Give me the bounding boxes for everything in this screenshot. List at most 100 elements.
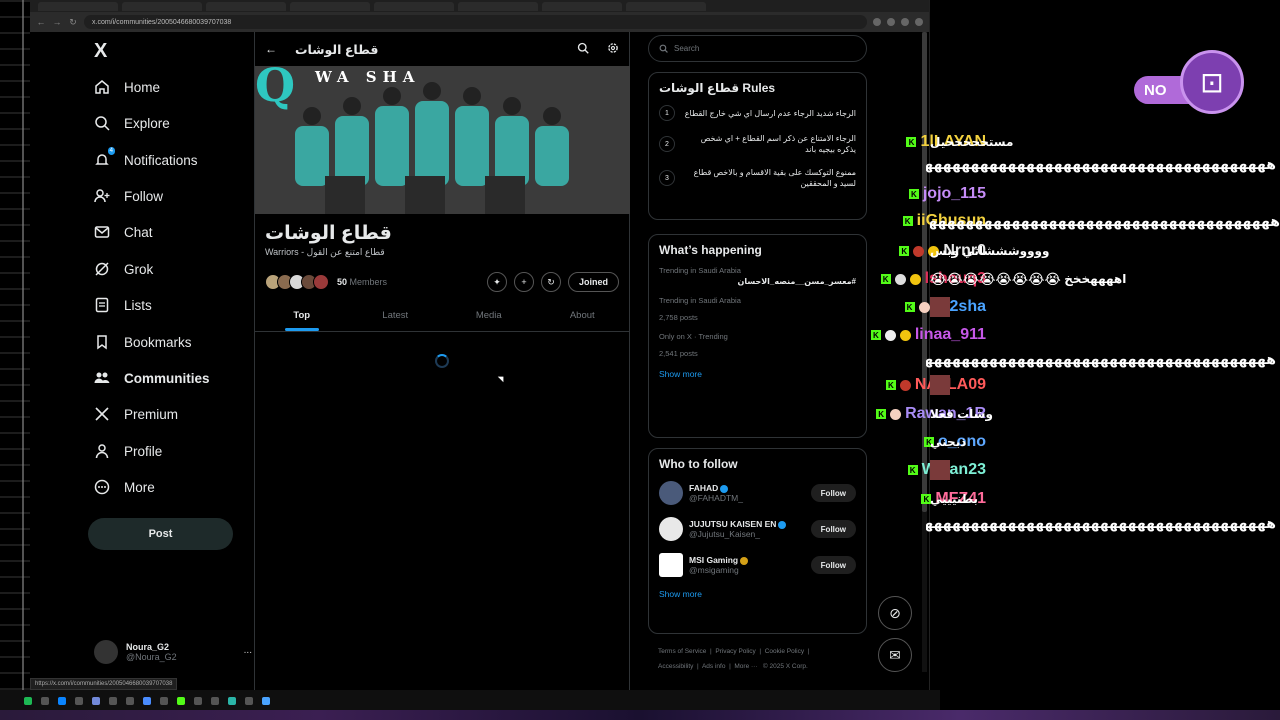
rule-item[interactable]: 2 الرجاء الامتناع عن ذكر اسم القطاع + اي… — [649, 127, 866, 161]
spotify-icon[interactable] — [24, 697, 32, 705]
nav-notifications[interactable]: 4 Notifications — [94, 147, 198, 173]
kick-badge-icon: K — [885, 380, 896, 390]
trend-item[interactable]: Trending in Saudi Arabia 2,758 posts — [649, 291, 866, 327]
emote-image — [930, 460, 950, 480]
nav-profile[interactable]: Profile — [94, 438, 162, 464]
chat-username: jojo_115 — [922, 185, 986, 202]
reload-icon[interactable]: ↻ — [68, 17, 78, 28]
search-input[interactable]: Search — [648, 35, 867, 62]
follow-button[interactable]: Follow — [810, 484, 856, 502]
follow-suggestion[interactable]: FAHAD @FAHADTM_ Follow — [649, 475, 866, 511]
browser-tab[interactable] — [290, 1, 370, 11]
browser-tab[interactable] — [206, 1, 286, 11]
nav-follow[interactable]: Follow — [94, 183, 163, 209]
discord-icon[interactable] — [92, 697, 100, 705]
browser-tab[interactable] — [542, 1, 622, 11]
footer-link[interactable]: More ··· — [734, 663, 757, 670]
back-arrow-icon[interactable]: ← — [265, 42, 277, 56]
bookmark-icon — [94, 334, 110, 350]
rule-item[interactable]: 1 الرجاء شديد الرجاء عدم ارسال اي شي خار… — [649, 99, 866, 127]
nav-communities[interactable]: Communities — [94, 365, 210, 391]
sparkle-icon[interactable]: ✦ — [486, 272, 507, 292]
kick-badge-icon: K — [904, 302, 915, 312]
footer-link[interactable]: Ads info — [702, 663, 726, 670]
taskbar-app-icon[interactable] — [75, 697, 83, 705]
nav-lists[interactable]: Lists — [94, 292, 152, 318]
person-add-icon[interactable]: + — [513, 272, 534, 292]
profile-avatar-icon[interactable] — [915, 18, 923, 26]
chat-message — [930, 459, 950, 481]
taskbar-app-icon[interactable] — [194, 697, 202, 705]
joined-button[interactable]: Joined — [567, 272, 619, 292]
footer-link[interactable]: Privacy Policy — [715, 648, 755, 655]
forward-arrow-icon[interactable]: → — [52, 17, 62, 27]
follow-suggestion[interactable]: JUJUTSU KAISEN EN @Jujutsu_Kaisen_ Follo… — [649, 511, 866, 547]
kick-badge-icon: K — [870, 330, 881, 340]
steam-icon[interactable] — [262, 697, 270, 705]
taskbar-app-icon[interactable] — [245, 697, 253, 705]
browser-tab[interactable] — [626, 1, 706, 11]
browser-tab[interactable] — [374, 1, 454, 11]
member-count[interactable]: 50 Members — [337, 277, 387, 287]
more-dots-icon[interactable]: ... — [244, 645, 252, 656]
x-logo[interactable]: X — [94, 40, 107, 63]
copyright: © 2025 X Corp. — [762, 663, 808, 670]
chat-message: مستحححححيل — [930, 135, 1014, 149]
grok-fab-button[interactable]: ⊘ — [878, 596, 912, 630]
follow-suggestion[interactable]: MSI Gaming @msigaming Follow — [649, 547, 866, 583]
back-arrow-icon[interactable]: ← — [36, 17, 46, 27]
trend-item[interactable]: Trending in Saudi Arabia #معسر_مسن__منصه… — [649, 261, 866, 291]
messages-fab-button[interactable]: ✉ — [878, 638, 912, 672]
account-name: JUJUTSU KAISEN EN — [689, 519, 787, 529]
edge-icon[interactable] — [58, 697, 66, 705]
browser-tab[interactable] — [38, 1, 118, 11]
left-navigation: X Home Explore 4 Notifications Follow Ch… — [30, 32, 255, 690]
show-more-link[interactable]: Show more — [649, 363, 866, 389]
address-bar[interactable]: x.com/i/communities/2005046680039707038 — [84, 15, 867, 29]
taskbar-app-icon[interactable] — [126, 697, 134, 705]
post-button[interactable]: Post — [88, 518, 233, 550]
browser-tab[interactable] — [458, 1, 538, 11]
extension-icon[interactable] — [901, 18, 909, 26]
taskbar-app-icon[interactable] — [143, 697, 151, 705]
trend-item[interactable]: Only on X · Trending 2,541 posts — [649, 327, 866, 363]
tab-media[interactable]: Media — [442, 300, 536, 331]
footer-link[interactable]: Cookie Policy — [765, 648, 804, 655]
gear-icon[interactable] — [607, 42, 619, 57]
tab-about[interactable]: About — [536, 300, 630, 331]
tab-top[interactable]: Top — [255, 300, 349, 331]
follow-button[interactable]: Follow — [810, 520, 856, 538]
nav-home[interactable]: Home — [94, 74, 160, 100]
kick-badge-icon: K — [907, 465, 918, 475]
right-sidebar: Search قطاع الوشات Rules 1 الرجاء شديد ا… — [630, 32, 930, 690]
footer-link[interactable]: Terms of Service — [658, 648, 706, 655]
crying-emoji-icon: 😭😭😭😭😭😭😭😭 — [930, 270, 1061, 287]
avatar[interactable] — [313, 274, 329, 290]
search-icon[interactable] — [577, 42, 589, 57]
nav-label: Profile — [124, 443, 163, 459]
follow-button[interactable]: Follow — [810, 556, 856, 574]
taskbar-app-icon[interactable] — [177, 697, 185, 705]
nav-chat[interactable]: Chat — [94, 219, 153, 245]
browser-tab[interactable] — [122, 1, 202, 11]
nav-explore[interactable]: Explore — [94, 110, 170, 136]
taskbar-app-icon[interactable] — [41, 697, 49, 705]
nav-premium[interactable]: Premium — [94, 401, 178, 427]
nav-bookmarks[interactable]: Bookmarks — [94, 329, 192, 355]
kick-badge-icon: K — [906, 137, 917, 147]
nav-grok[interactable]: Grok — [94, 256, 153, 282]
footer-link[interactable]: Accessibility — [658, 663, 693, 670]
taskbar-app-icon[interactable] — [211, 697, 219, 705]
extension-icon[interactable] — [873, 18, 881, 26]
share-icon[interactable]: ↻ — [540, 272, 561, 292]
taskbar-app-icon[interactable] — [228, 697, 236, 705]
account-switcher[interactable]: Noura_G2 @Noura_G2 ... — [94, 637, 252, 667]
extension-icon[interactable] — [887, 18, 895, 26]
show-more-link[interactable]: Show more — [649, 583, 866, 609]
taskbar-app-icon[interactable] — [109, 697, 117, 705]
rule-item[interactable]: 3 ممنوع التوكسك على بقية الاقسام و بالاخ… — [649, 161, 866, 195]
nav-more[interactable]: More — [94, 474, 155, 500]
taskbar-app-icon[interactable] — [160, 697, 168, 705]
tab-latest[interactable]: Latest — [349, 300, 443, 331]
nav-label: Lists — [124, 297, 152, 313]
